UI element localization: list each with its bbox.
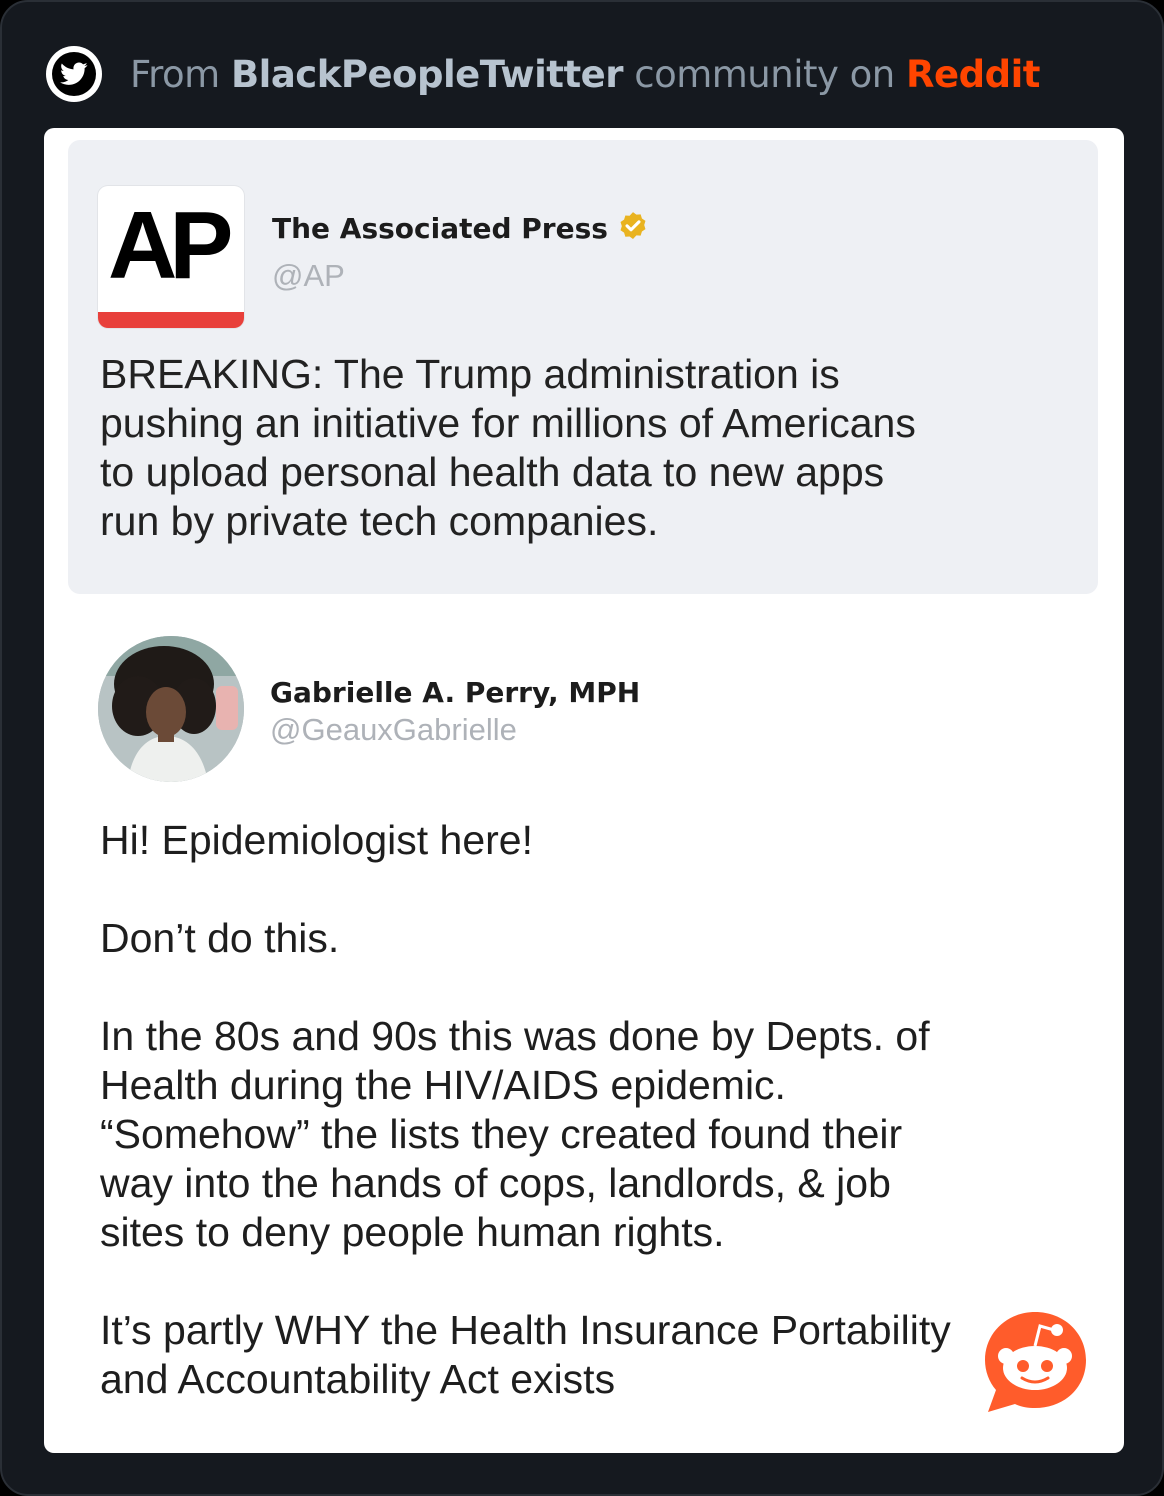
- community-link[interactable]: BlackPeopleTwitter: [231, 53, 624, 96]
- reply-line: Health during the HIV/AIDS epidemic.: [100, 1062, 786, 1108]
- post-image-card: AP The Associated Press @AP BREAKING: Th…: [44, 128, 1124, 1453]
- source-header: From BlackPeopleTwitter community on Red…: [46, 46, 1040, 102]
- caption-prefix: From: [130, 52, 231, 96]
- ap-line: to upload personal health data to new ap…: [100, 449, 885, 495]
- reply-line: In the 80s and 90s this was done by Dept…: [100, 1013, 930, 1059]
- source-caption: From BlackPeopleTwitter community on Red…: [130, 53, 1040, 96]
- caption-middle: community on: [622, 52, 907, 96]
- ap-logo-text: AP: [108, 192, 233, 299]
- ap-author-name-text: The Associated Press: [272, 212, 608, 245]
- ap-line: run by private tech companies.: [100, 498, 659, 544]
- twitter-bird-icon: [46, 46, 102, 102]
- ap-author-name: The Associated Press: [272, 212, 650, 247]
- reply-author-name: Gabrielle A. Perry, MPH: [270, 676, 641, 709]
- reply-line: and Accountability Act exists: [100, 1356, 616, 1402]
- reddit-snoo-icon: [985, 1312, 1086, 1412]
- reply-line: Don’t do this.: [100, 915, 340, 961]
- reply-line: sites to deny people human rights.: [100, 1209, 725, 1255]
- avatar: [98, 636, 244, 782]
- reply-line: Hi! Epidemiologist here!: [100, 817, 533, 863]
- ap-line: BREAKING: The Trump administration is: [100, 351, 840, 397]
- ap-line: pushing an initiative for millions of Am…: [100, 400, 916, 446]
- reply-tweet-text: Hi! Epidemiologist here! Don’t do this. …: [100, 816, 1090, 1404]
- ap-logo-stripe: [98, 312, 244, 328]
- ap-tweet-text: BREAKING: The Trump administration is pu…: [100, 350, 1080, 546]
- reddit-link[interactable]: Reddit: [906, 53, 1040, 96]
- reply-line: way into the hands of cops, landlords, &…: [100, 1160, 891, 1206]
- screenshot-frame: From BlackPeopleTwitter community on Red…: [0, 0, 1164, 1496]
- reply-line: “Somehow” the lists they created found t…: [100, 1111, 903, 1157]
- reply-line: It’s partly WHY the Health Insurance Por…: [100, 1307, 951, 1353]
- verified-badge-icon: [620, 212, 646, 240]
- ap-handle: @AP: [272, 258, 345, 293]
- reply-handle: @GeauxGabrielle: [270, 712, 517, 747]
- ap-logo: AP: [98, 186, 244, 328]
- quoted-tweet-ap: AP The Associated Press @AP BREAKING: Th…: [68, 140, 1098, 594]
